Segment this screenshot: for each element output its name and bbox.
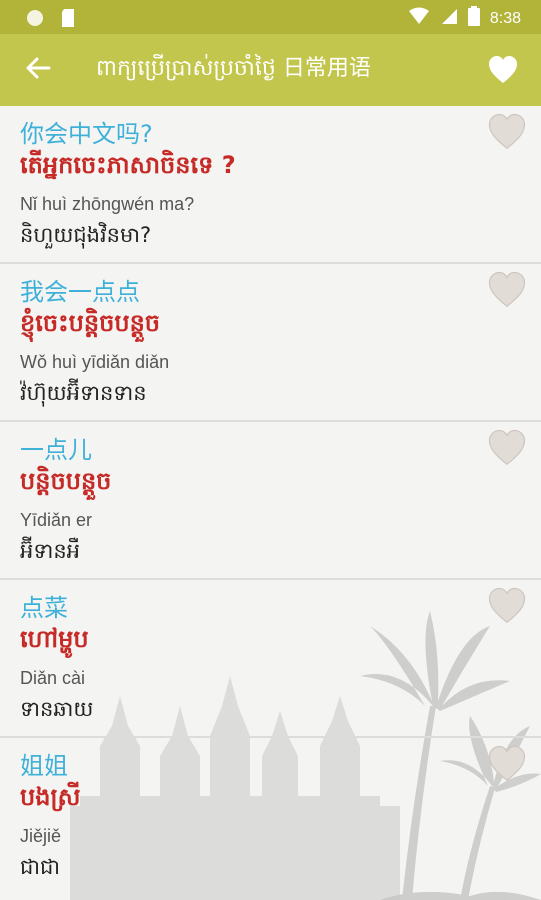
status-time: 8:38: [489, 9, 521, 27]
back-button[interactable]: [20, 52, 56, 88]
sd-card-icon: [60, 8, 76, 32]
app-bar: ពាក្យប្រើប្រាស់ប្រចាំថ្ងៃ 日常用语: [0, 34, 541, 106]
heart-icon: [487, 587, 527, 630]
khmer-text: ខ្ញុំចេះបន្តិចបន្តួច: [20, 309, 161, 337]
chinese-text: 一点儿: [20, 436, 92, 464]
khmer-text: តើអ្នកចេះភាសាចិនទេ ?: [20, 151, 236, 179]
chinese-text: 姐姐: [20, 752, 68, 780]
phrase-row[interactable]: 姐姐 បងស្រី Jiějiě ជាជា: [0, 738, 541, 896]
wifi-icon: [408, 7, 430, 30]
chinese-text: 我会一点点: [20, 278, 140, 306]
khmer-phonetic-text: អ៊ីទានអឺ: [20, 539, 80, 563]
chinese-text: 你会中文吗?: [20, 120, 153, 148]
phrase-row[interactable]: 我会一点点 ខ្ញុំចេះបន្តិចបន្តួច Wǒ huì yīdiǎn…: [0, 264, 541, 422]
heart-icon: [487, 56, 519, 90]
khmer-phonetic-text: និហួយជុងវិនមា?: [20, 223, 152, 247]
khmer-phonetic-text: ជាជា: [20, 855, 60, 879]
khmer-text: បន្តិចបន្តួច: [20, 467, 112, 495]
pinyin-text: Wǒ huì yīdiǎn diǎn: [20, 352, 170, 372]
favorite-toggle[interactable]: [487, 586, 527, 626]
signal-icon: [440, 7, 458, 30]
khmer-text: ហៅម្ហូប: [20, 625, 89, 653]
arrow-left-icon: [25, 56, 51, 84]
page-title: ពាក្យប្រើប្រាស់ប្រចាំថ្ងៃ 日常用语: [96, 56, 371, 81]
battery-icon: [467, 6, 480, 31]
pinyin-text: Diǎn cài: [20, 668, 86, 688]
pinyin-text: Yīdiǎn er: [20, 510, 93, 530]
khmer-phonetic-text: វ៉ហ៊ុយអ៊ីទានទាន: [20, 381, 147, 405]
heart-icon: [487, 745, 527, 788]
notification-dot-icon: [26, 9, 44, 31]
favorite-toggle[interactable]: [487, 428, 527, 468]
heart-icon: [487, 271, 527, 314]
chinese-text: 点菜: [20, 594, 68, 622]
phrase-row[interactable]: 一点儿 បន្តិចបន្តួច Yīdiǎn er អ៊ីទានអឺ: [0, 422, 541, 580]
phrase-row[interactable]: 你会中文吗? តើអ្នកចេះភាសាចិនទេ ? Nǐ huì zhōng…: [0, 106, 541, 264]
favorites-button[interactable]: [487, 54, 519, 86]
heart-icon: [487, 429, 527, 472]
heart-icon: [487, 113, 527, 156]
khmer-phonetic-text: ទានឆាយ: [20, 697, 94, 721]
pinyin-text: Jiějiě: [20, 826, 62, 846]
pinyin-text: Nǐ huì zhōngwén ma?: [20, 194, 195, 214]
khmer-text: បងស្រី: [20, 783, 81, 811]
favorite-toggle[interactable]: [487, 270, 527, 310]
favorite-toggle[interactable]: [487, 112, 527, 152]
phrase-list: 你会中文吗? តើអ្នកចេះភាសាចិនទេ ? Nǐ huì zhōng…: [0, 106, 541, 896]
favorite-toggle[interactable]: [487, 744, 527, 784]
phrase-row[interactable]: 点菜 ហៅម្ហូប Diǎn cài ទានឆាយ: [0, 580, 541, 738]
status-bar: 8:38: [0, 0, 541, 34]
